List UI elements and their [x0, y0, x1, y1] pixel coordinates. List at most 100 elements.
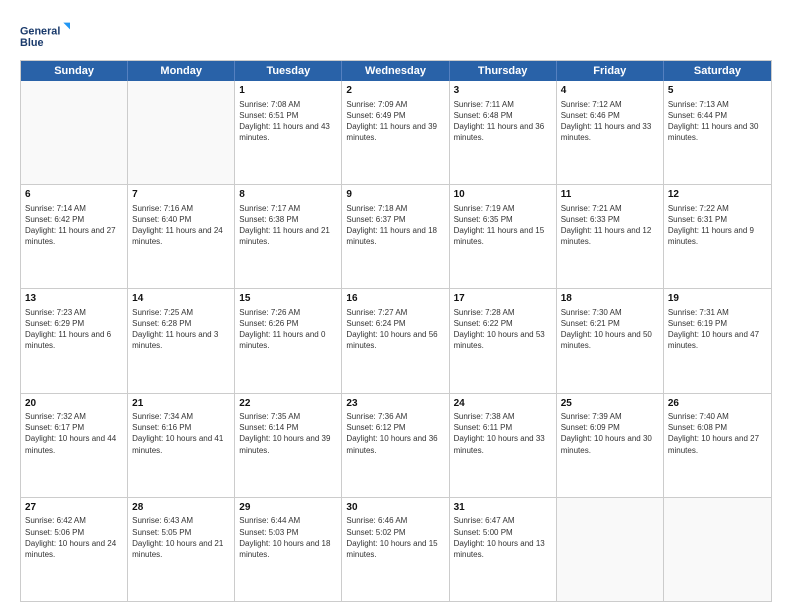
day-info: Sunrise: 7:17 AM Sunset: 6:38 PM Dayligh…: [239, 203, 337, 248]
day-info: Sunrise: 7:40 AM Sunset: 6:08 PM Dayligh…: [668, 411, 767, 456]
day-number: 26: [668, 397, 767, 411]
day-info: Sunrise: 7:34 AM Sunset: 6:16 PM Dayligh…: [132, 411, 230, 456]
day-number: 6: [25, 188, 123, 202]
calendar-header: SundayMondayTuesdayWednesdayThursdayFrid…: [21, 61, 771, 81]
cal-cell-8: 8Sunrise: 7:17 AM Sunset: 6:38 PM Daylig…: [235, 185, 342, 288]
cal-cell-6: 6Sunrise: 7:14 AM Sunset: 6:42 PM Daylig…: [21, 185, 128, 288]
calendar: SundayMondayTuesdayWednesdayThursdayFrid…: [20, 60, 772, 602]
day-info: Sunrise: 6:43 AM Sunset: 5:05 PM Dayligh…: [132, 515, 230, 560]
day-number: 13: [25, 292, 123, 306]
day-info: Sunrise: 7:39 AM Sunset: 6:09 PM Dayligh…: [561, 411, 659, 456]
day-info: Sunrise: 7:27 AM Sunset: 6:24 PM Dayligh…: [346, 307, 444, 352]
day-number: 19: [668, 292, 767, 306]
cal-cell-11: 11Sunrise: 7:21 AM Sunset: 6:33 PM Dayli…: [557, 185, 664, 288]
day-number: 27: [25, 501, 123, 515]
cal-cell-30: 30Sunrise: 6:46 AM Sunset: 5:02 PM Dayli…: [342, 498, 449, 601]
day-number: 14: [132, 292, 230, 306]
day-info: Sunrise: 7:12 AM Sunset: 6:46 PM Dayligh…: [561, 99, 659, 144]
day-info: Sunrise: 6:47 AM Sunset: 5:00 PM Dayligh…: [454, 515, 552, 560]
cal-cell-27: 27Sunrise: 6:42 AM Sunset: 5:06 PM Dayli…: [21, 498, 128, 601]
week-row-2: 13Sunrise: 7:23 AM Sunset: 6:29 PM Dayli…: [21, 288, 771, 392]
day-info: Sunrise: 7:22 AM Sunset: 6:31 PM Dayligh…: [668, 203, 767, 248]
cal-cell-4: 4Sunrise: 7:12 AM Sunset: 6:46 PM Daylig…: [557, 81, 664, 184]
day-info: Sunrise: 7:28 AM Sunset: 6:22 PM Dayligh…: [454, 307, 552, 352]
cal-cell-18: 18Sunrise: 7:30 AM Sunset: 6:21 PM Dayli…: [557, 289, 664, 392]
logo: General Blue: [20, 18, 70, 54]
day-number: 11: [561, 188, 659, 202]
cal-cell-22: 22Sunrise: 7:35 AM Sunset: 6:14 PM Dayli…: [235, 394, 342, 497]
day-number: 7: [132, 188, 230, 202]
cal-cell-3: 3Sunrise: 7:11 AM Sunset: 6:48 PM Daylig…: [450, 81, 557, 184]
header-day-saturday: Saturday: [664, 61, 771, 81]
day-number: 8: [239, 188, 337, 202]
day-number: 31: [454, 501, 552, 515]
day-number: 10: [454, 188, 552, 202]
day-number: 16: [346, 292, 444, 306]
day-info: Sunrise: 7:36 AM Sunset: 6:12 PM Dayligh…: [346, 411, 444, 456]
header-day-tuesday: Tuesday: [235, 61, 342, 81]
cal-cell-14: 14Sunrise: 7:25 AM Sunset: 6:28 PM Dayli…: [128, 289, 235, 392]
day-info: Sunrise: 7:18 AM Sunset: 6:37 PM Dayligh…: [346, 203, 444, 248]
cal-cell-21: 21Sunrise: 7:34 AM Sunset: 6:16 PM Dayli…: [128, 394, 235, 497]
day-number: 18: [561, 292, 659, 306]
cal-cell-25: 25Sunrise: 7:39 AM Sunset: 6:09 PM Dayli…: [557, 394, 664, 497]
day-number: 20: [25, 397, 123, 411]
week-row-3: 20Sunrise: 7:32 AM Sunset: 6:17 PM Dayli…: [21, 393, 771, 497]
cal-cell-19: 19Sunrise: 7:31 AM Sunset: 6:19 PM Dayli…: [664, 289, 771, 392]
cal-cell-12: 12Sunrise: 7:22 AM Sunset: 6:31 PM Dayli…: [664, 185, 771, 288]
day-number: 5: [668, 84, 767, 98]
day-info: Sunrise: 7:26 AM Sunset: 6:26 PM Dayligh…: [239, 307, 337, 352]
day-info: Sunrise: 7:09 AM Sunset: 6:49 PM Dayligh…: [346, 99, 444, 144]
day-info: Sunrise: 7:31 AM Sunset: 6:19 PM Dayligh…: [668, 307, 767, 352]
header-day-friday: Friday: [557, 61, 664, 81]
header: General Blue: [20, 18, 772, 54]
day-info: Sunrise: 7:13 AM Sunset: 6:44 PM Dayligh…: [668, 99, 767, 144]
header-day-sunday: Sunday: [21, 61, 128, 81]
cal-cell-15: 15Sunrise: 7:26 AM Sunset: 6:26 PM Dayli…: [235, 289, 342, 392]
week-row-1: 6Sunrise: 7:14 AM Sunset: 6:42 PM Daylig…: [21, 184, 771, 288]
day-number: 12: [668, 188, 767, 202]
day-info: Sunrise: 7:38 AM Sunset: 6:11 PM Dayligh…: [454, 411, 552, 456]
day-info: Sunrise: 7:25 AM Sunset: 6:28 PM Dayligh…: [132, 307, 230, 352]
cal-cell-23: 23Sunrise: 7:36 AM Sunset: 6:12 PM Dayli…: [342, 394, 449, 497]
day-number: 28: [132, 501, 230, 515]
cal-cell-16: 16Sunrise: 7:27 AM Sunset: 6:24 PM Dayli…: [342, 289, 449, 392]
svg-text:Blue: Blue: [20, 37, 43, 49]
header-day-monday: Monday: [128, 61, 235, 81]
header-day-thursday: Thursday: [450, 61, 557, 81]
day-info: Sunrise: 6:42 AM Sunset: 5:06 PM Dayligh…: [25, 515, 123, 560]
day-info: Sunrise: 7:30 AM Sunset: 6:21 PM Dayligh…: [561, 307, 659, 352]
day-info: Sunrise: 7:32 AM Sunset: 6:17 PM Dayligh…: [25, 411, 123, 456]
cal-cell-empty-4-6: [664, 498, 771, 601]
cal-cell-empty-0-1: [128, 81, 235, 184]
cal-cell-31: 31Sunrise: 6:47 AM Sunset: 5:00 PM Dayli…: [450, 498, 557, 601]
day-info: Sunrise: 7:16 AM Sunset: 6:40 PM Dayligh…: [132, 203, 230, 248]
day-number: 4: [561, 84, 659, 98]
day-number: 9: [346, 188, 444, 202]
cal-cell-24: 24Sunrise: 7:38 AM Sunset: 6:11 PM Dayli…: [450, 394, 557, 497]
cal-cell-26: 26Sunrise: 7:40 AM Sunset: 6:08 PM Dayli…: [664, 394, 771, 497]
calendar-body: 1Sunrise: 7:08 AM Sunset: 6:51 PM Daylig…: [21, 81, 771, 601]
logo-svg: General Blue: [20, 18, 70, 54]
day-number: 25: [561, 397, 659, 411]
day-info: Sunrise: 7:19 AM Sunset: 6:35 PM Dayligh…: [454, 203, 552, 248]
header-day-wednesday: Wednesday: [342, 61, 449, 81]
day-info: Sunrise: 7:21 AM Sunset: 6:33 PM Dayligh…: [561, 203, 659, 248]
cal-cell-9: 9Sunrise: 7:18 AM Sunset: 6:37 PM Daylig…: [342, 185, 449, 288]
cal-cell-2: 2Sunrise: 7:09 AM Sunset: 6:49 PM Daylig…: [342, 81, 449, 184]
day-number: 15: [239, 292, 337, 306]
day-info: Sunrise: 6:44 AM Sunset: 5:03 PM Dayligh…: [239, 515, 337, 560]
day-number: 30: [346, 501, 444, 515]
day-number: 22: [239, 397, 337, 411]
day-number: 3: [454, 84, 552, 98]
cal-cell-28: 28Sunrise: 6:43 AM Sunset: 5:05 PM Dayli…: [128, 498, 235, 601]
cal-cell-5: 5Sunrise: 7:13 AM Sunset: 6:44 PM Daylig…: [664, 81, 771, 184]
cal-cell-empty-0-0: [21, 81, 128, 184]
page: General Blue SundayMondayTuesdayWednesda…: [0, 0, 792, 612]
cal-cell-10: 10Sunrise: 7:19 AM Sunset: 6:35 PM Dayli…: [450, 185, 557, 288]
day-number: 21: [132, 397, 230, 411]
week-row-0: 1Sunrise: 7:08 AM Sunset: 6:51 PM Daylig…: [21, 81, 771, 184]
cal-cell-29: 29Sunrise: 6:44 AM Sunset: 5:03 PM Dayli…: [235, 498, 342, 601]
week-row-4: 27Sunrise: 6:42 AM Sunset: 5:06 PM Dayli…: [21, 497, 771, 601]
day-info: Sunrise: 6:46 AM Sunset: 5:02 PM Dayligh…: [346, 515, 444, 560]
